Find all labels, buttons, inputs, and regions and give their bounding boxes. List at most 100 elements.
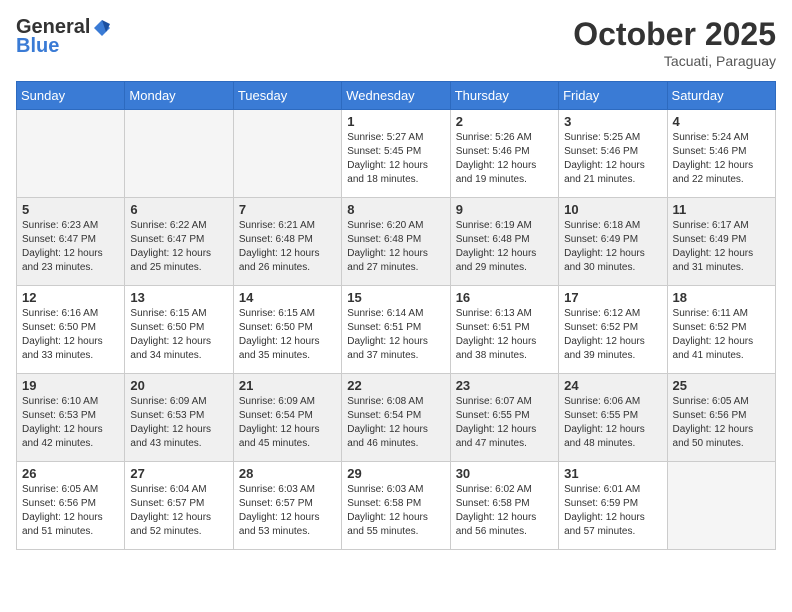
calendar-day-cell: 26 Sunrise: 6:05 AM Sunset: 6:56 PM Dayli…	[17, 462, 125, 550]
calendar-week-row: 19Sunrise: 6:10 AM Sunset: 6:53 PM Dayli…	[17, 374, 776, 462]
day-info: Sunrise: 6:05 AM Sunset: 6:56 PM Dayligh…	[22, 483, 119, 539]
calendar-day-cell: 3Sunrise: 5:25 AM Sunset: 5:46 PM Daylig…	[559, 110, 667, 198]
calendar-day-cell: 5 Sunrise: 6:23 AM Sunset: 6:47 PM Daylig…	[17, 198, 125, 286]
calendar-day-cell: 19Sunrise: 6:10 AM Sunset: 6:53 PM Dayli…	[17, 374, 125, 462]
day-number: 26	[22, 466, 119, 481]
month-title: October 2025	[573, 16, 776, 53]
calendar-week-row: 12Sunrise: 6:16 AM Sunset: 6:50 PM Dayli…	[17, 286, 776, 374]
calendar-day-cell	[125, 110, 233, 198]
day-number: 28	[239, 466, 336, 481]
day-info: Sunrise: 6:06 AM Sunset: 6:55 PM Dayligh…	[564, 395, 661, 451]
logo-icon	[92, 18, 112, 38]
day-number: 11	[673, 202, 770, 217]
calendar-day-cell: 16Sunrise: 6:13 AM Sunset: 6:51 PM Dayli…	[450, 286, 558, 374]
day-info: Sunrise: 6:04 AM Sunset: 6:57 PM Dayligh…	[130, 483, 227, 539]
day-info: Sunrise: 6:17 AM Sunset: 6:49 PM Dayligh…	[673, 219, 770, 275]
day-info: Sunrise: 5:27 AM Sunset: 5:45 PM Dayligh…	[347, 131, 444, 187]
calendar-week-row: 1 Sunrise: 5:27 AM Sunset: 5:45 PM Daylig…	[17, 110, 776, 198]
calendar-day-cell: 17Sunrise: 6:12 AM Sunset: 6:52 PM Dayli…	[559, 286, 667, 374]
day-number: 30	[456, 466, 553, 481]
day-number: 9	[456, 202, 553, 217]
day-number: 1	[347, 114, 444, 129]
day-number: 6	[130, 202, 227, 217]
day-info: Sunrise: 6:08 AM Sunset: 6:54 PM Dayligh…	[347, 395, 444, 451]
day-number: 7	[239, 202, 336, 217]
weekday-header: Sunday	[17, 82, 125, 110]
day-info: Sunrise: 5:24 AM Sunset: 5:46 PM Dayligh…	[673, 131, 770, 187]
day-number: 29	[347, 466, 444, 481]
day-number: 21	[239, 378, 336, 393]
day-number: 23	[456, 378, 553, 393]
calendar-day-cell	[233, 110, 341, 198]
calendar-day-cell: 24 Sunrise: 6:06 AM Sunset: 6:55 PM Dayli…	[559, 374, 667, 462]
day-number: 22	[347, 378, 444, 393]
title-block: October 2025 Tacuati, Paraguay	[573, 16, 776, 69]
calendar-day-cell	[17, 110, 125, 198]
calendar-day-cell: 4Sunrise: 5:24 AM Sunset: 5:46 PM Daylig…	[667, 110, 775, 198]
calendar-day-cell: 7 Sunrise: 6:21 AM Sunset: 6:48 PM Daylig…	[233, 198, 341, 286]
day-info: Sunrise: 6:21 AM Sunset: 6:48 PM Dayligh…	[239, 219, 336, 275]
day-number: 15	[347, 290, 444, 305]
calendar-day-cell: 2 Sunrise: 5:26 AM Sunset: 5:46 PM Daylig…	[450, 110, 558, 198]
calendar-day-cell: 31Sunrise: 6:01 AM Sunset: 6:59 PM Dayli…	[559, 462, 667, 550]
day-number: 8	[347, 202, 444, 217]
day-info: Sunrise: 5:26 AM Sunset: 5:46 PM Dayligh…	[456, 131, 553, 187]
day-info: Sunrise: 6:05 AM Sunset: 6:56 PM Dayligh…	[673, 395, 770, 451]
day-info: Sunrise: 5:25 AM Sunset: 5:46 PM Dayligh…	[564, 131, 661, 187]
calendar-week-row: 26 Sunrise: 6:05 AM Sunset: 6:56 PM Dayli…	[17, 462, 776, 550]
calendar-day-cell: 1 Sunrise: 5:27 AM Sunset: 5:45 PM Daylig…	[342, 110, 450, 198]
calendar-day-cell: 22 Sunrise: 6:08 AM Sunset: 6:54 PM Dayli…	[342, 374, 450, 462]
day-info: Sunrise: 6:18 AM Sunset: 6:49 PM Dayligh…	[564, 219, 661, 275]
day-info: Sunrise: 6:02 AM Sunset: 6:58 PM Dayligh…	[456, 483, 553, 539]
calendar-day-cell: 13 Sunrise: 6:15 AM Sunset: 6:50 PM Dayli…	[125, 286, 233, 374]
calendar-day-cell: 27 Sunrise: 6:04 AM Sunset: 6:57 PM Dayli…	[125, 462, 233, 550]
day-info: Sunrise: 6:19 AM Sunset: 6:48 PM Dayligh…	[456, 219, 553, 275]
calendar-table: SundayMondayTuesdayWednesdayThursdayFrid…	[16, 81, 776, 550]
day-info: Sunrise: 6:15 AM Sunset: 6:50 PM Dayligh…	[239, 307, 336, 363]
day-number: 2	[456, 114, 553, 129]
day-info: Sunrise: 6:15 AM Sunset: 6:50 PM Dayligh…	[130, 307, 227, 363]
day-info: Sunrise: 6:09 AM Sunset: 6:54 PM Dayligh…	[239, 395, 336, 451]
calendar-day-cell: 28 Sunrise: 6:03 AM Sunset: 6:57 PM Dayli…	[233, 462, 341, 550]
calendar-day-cell	[667, 462, 775, 550]
day-number: 12	[22, 290, 119, 305]
logo-blue-text: Blue	[16, 35, 59, 58]
day-number: 24	[564, 378, 661, 393]
weekday-header-row: SundayMondayTuesdayWednesdayThursdayFrid…	[17, 82, 776, 110]
calendar-day-cell: 15 Sunrise: 6:14 AM Sunset: 6:51 PM Dayli…	[342, 286, 450, 374]
day-number: 14	[239, 290, 336, 305]
day-number: 13	[130, 290, 227, 305]
calendar-day-cell: 6 Sunrise: 6:22 AM Sunset: 6:47 PM Daylig…	[125, 198, 233, 286]
day-info: Sunrise: 6:23 AM Sunset: 6:47 PM Dayligh…	[22, 219, 119, 275]
day-number: 20	[130, 378, 227, 393]
calendar-day-cell: 18Sunrise: 6:11 AM Sunset: 6:52 PM Dayli…	[667, 286, 775, 374]
location-subtitle: Tacuati, Paraguay	[573, 53, 776, 69]
day-number: 27	[130, 466, 227, 481]
weekday-header: Tuesday	[233, 82, 341, 110]
day-number: 31	[564, 466, 661, 481]
day-info: Sunrise: 6:22 AM Sunset: 6:47 PM Dayligh…	[130, 219, 227, 275]
weekday-header: Thursday	[450, 82, 558, 110]
day-number: 5	[22, 202, 119, 217]
weekday-header: Friday	[559, 82, 667, 110]
day-info: Sunrise: 6:03 AM Sunset: 6:58 PM Dayligh…	[347, 483, 444, 539]
logo: General Blue	[16, 16, 112, 58]
weekday-header: Saturday	[667, 82, 775, 110]
day-number: 10	[564, 202, 661, 217]
weekday-header: Monday	[125, 82, 233, 110]
calendar-day-cell: 8 Sunrise: 6:20 AM Sunset: 6:48 PM Daylig…	[342, 198, 450, 286]
day-info: Sunrise: 6:09 AM Sunset: 6:53 PM Dayligh…	[130, 395, 227, 451]
weekday-header: Wednesday	[342, 82, 450, 110]
day-info: Sunrise: 6:03 AM Sunset: 6:57 PM Dayligh…	[239, 483, 336, 539]
calendar-day-cell: 30 Sunrise: 6:02 AM Sunset: 6:58 PM Dayli…	[450, 462, 558, 550]
day-number: 18	[673, 290, 770, 305]
calendar-day-cell: 25Sunrise: 6:05 AM Sunset: 6:56 PM Dayli…	[667, 374, 775, 462]
page-header: General Blue October 2025 Tacuati, Parag…	[16, 16, 776, 69]
day-info: Sunrise: 6:13 AM Sunset: 6:51 PM Dayligh…	[456, 307, 553, 363]
day-info: Sunrise: 6:07 AM Sunset: 6:55 PM Dayligh…	[456, 395, 553, 451]
calendar-day-cell: 10 Sunrise: 6:18 AM Sunset: 6:49 PM Dayli…	[559, 198, 667, 286]
day-info: Sunrise: 6:14 AM Sunset: 6:51 PM Dayligh…	[347, 307, 444, 363]
day-info: Sunrise: 6:20 AM Sunset: 6:48 PM Dayligh…	[347, 219, 444, 275]
calendar-day-cell: 23 Sunrise: 6:07 AM Sunset: 6:55 PM Dayli…	[450, 374, 558, 462]
calendar-day-cell: 14 Sunrise: 6:15 AM Sunset: 6:50 PM Dayli…	[233, 286, 341, 374]
